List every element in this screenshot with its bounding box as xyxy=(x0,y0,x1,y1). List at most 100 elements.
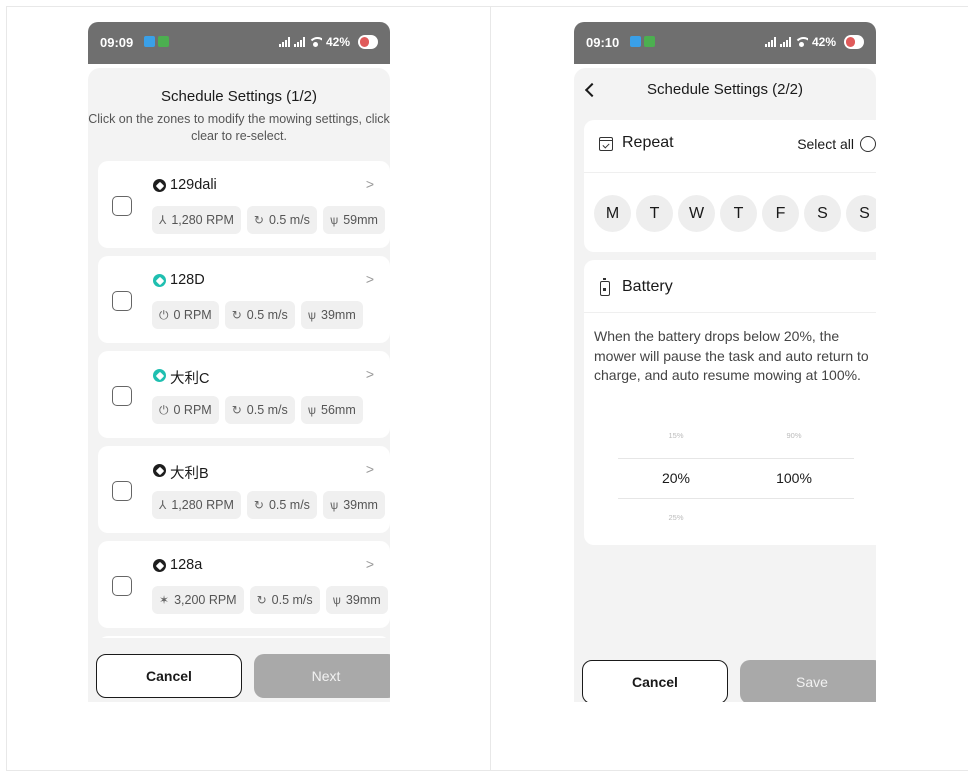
speed-value: 0.5 m/s xyxy=(268,498,310,512)
signal-icon xyxy=(764,37,776,47)
zone-name: 129dali xyxy=(170,177,217,193)
cut-height-chip: ѱ 39mm xyxy=(322,491,385,519)
blade-rpm-value: 1,280 RPM xyxy=(171,213,234,227)
cut-height-value: 39mm xyxy=(343,498,378,512)
day-monday[interactable]: M xyxy=(594,195,631,232)
blade-rpm-value: 3,200 RPM xyxy=(174,593,237,607)
speed-value: 0.5 m/s xyxy=(271,593,313,607)
cut-height-chip: ѱ 39mm xyxy=(300,301,363,329)
speed-chip: ↻ 0.5 m/s xyxy=(224,396,295,424)
zone-name: 128a xyxy=(170,557,203,573)
resume-threshold-selected[interactable]: 100% xyxy=(754,470,834,486)
wifi-icon xyxy=(308,37,322,47)
save-button[interactable]: Save xyxy=(740,660,876,702)
next-button[interactable]: Next xyxy=(254,654,390,698)
cut-height-chip: ѱ 56mm xyxy=(300,396,363,424)
picker-selection-line-bottom xyxy=(618,498,854,499)
app-notification-icon-2 xyxy=(644,36,655,47)
day-tuesday[interactable]: T xyxy=(636,195,673,232)
blade-rpm-chip: ⏻ 0 RPM xyxy=(152,396,219,424)
zone-checkbox[interactable] xyxy=(112,386,132,406)
zone-card[interactable]: 128D > ⏻ 0 RPM ↻ 0.5 m/s ѱ 39mm xyxy=(98,256,390,343)
grass-icon: ѱ xyxy=(307,403,317,417)
day-sunday[interactable]: S xyxy=(846,195,876,232)
grass-icon: ѱ xyxy=(329,498,339,512)
speed-icon: ↻ xyxy=(256,593,267,607)
chevron-right-icon[interactable]: > xyxy=(366,366,374,382)
grass-icon: ѱ xyxy=(307,308,317,322)
speed-chip: ↻ 0.5 m/s xyxy=(224,301,295,329)
resume-threshold-option-above[interactable]: 90% xyxy=(754,431,834,440)
zone-card[interactable]: 129dali > ⅄ 1,280 RPM ↻ 0.5 m/s ѱ 59mm xyxy=(98,161,390,248)
speed-chip: ↻ 0.5 m/s xyxy=(246,491,317,519)
cut-height-value: 56mm xyxy=(321,403,356,417)
weekday-selector: M T W T F S S xyxy=(594,195,876,232)
chevron-right-icon[interactable]: > xyxy=(366,556,374,572)
day-thursday[interactable]: T xyxy=(720,195,757,232)
cancel-button[interactable]: Cancel xyxy=(582,660,728,702)
cut-height-chip: ѱ 59mm xyxy=(322,206,385,234)
day-saturday[interactable]: S xyxy=(804,195,841,232)
zone-card[interactable]: 大利C > ⏻ 0 RPM ↻ 0.5 m/s ѱ 56mm xyxy=(98,351,390,438)
repeat-label: Repeat xyxy=(622,134,674,151)
blade-rpm-chip: ✶ 3,200 RPM xyxy=(152,586,244,614)
chevron-right-icon[interactable]: > xyxy=(366,461,374,477)
battery-percent: 42% xyxy=(811,35,836,49)
app-notification-icon-2 xyxy=(158,36,169,47)
zone-marker-icon xyxy=(153,369,166,382)
select-all-label[interactable]: Select all xyxy=(797,136,854,152)
speed-icon: ↻ xyxy=(231,308,242,322)
blade-icon: ⅄ xyxy=(159,498,167,512)
day-wednesday[interactable]: W xyxy=(678,195,715,232)
battery-label: Battery xyxy=(622,278,673,295)
schedule-sheet: Schedule Settings (2/2) Repeat Select al… xyxy=(574,68,876,702)
wifi-icon xyxy=(794,37,808,47)
zone-checkbox[interactable] xyxy=(112,576,132,596)
signal-icon-2 xyxy=(779,37,791,47)
status-time: 09:10 xyxy=(586,35,620,50)
day-friday[interactable]: F xyxy=(762,195,799,232)
power-icon: ⏻ xyxy=(159,402,169,417)
status-bar: 09:10 42% xyxy=(574,22,876,64)
zone-checkbox[interactable] xyxy=(112,196,132,216)
battery-card: Battery When the battery drops below 20%… xyxy=(584,260,876,545)
speed-icon: ↻ xyxy=(253,213,264,227)
blade-rpm-chip: ⅄ 1,280 RPM xyxy=(152,491,241,519)
blade-rpm-chip: ⏻ 0 RPM xyxy=(152,301,219,329)
app-notification-icon xyxy=(144,36,155,47)
battery-threshold-picker[interactable]: 15% 90% 20% 100% 25% xyxy=(584,425,876,525)
page-title: Schedule Settings (2/2) xyxy=(647,81,803,98)
speed-value: 0.5 m/s xyxy=(268,213,310,227)
low-threshold-option-below[interactable]: 25% xyxy=(636,513,716,522)
zone-checkbox[interactable] xyxy=(112,291,132,311)
speed-value: 0.5 m/s xyxy=(246,403,288,417)
battery-percent: 42% xyxy=(325,35,350,49)
grass-icon: ѱ xyxy=(332,593,341,607)
speed-icon: ↻ xyxy=(231,403,242,417)
low-threshold-option-above[interactable]: 15% xyxy=(636,431,716,440)
app-notification-icon xyxy=(630,36,641,47)
blade-rpm-value: 0 RPM xyxy=(173,308,212,322)
blade-rpm-value: 1,280 RPM xyxy=(171,498,234,512)
zone-card[interactable]: 128a > ✶ 3,200 RPM ↻ 0.5 m/s ѱ 39mm xyxy=(98,541,390,628)
status-time: 09:09 xyxy=(100,35,134,50)
speed-chip: ↻ 0.5 m/s xyxy=(249,586,320,614)
chevron-right-icon[interactable]: > xyxy=(366,176,374,192)
cut-height-value: 39mm xyxy=(321,308,356,322)
phone-screen-step1: 09:09 42% Schedule Settings (1/2) Click … xyxy=(88,22,390,702)
zone-card[interactable]: 大利B > ⅄ 1,280 RPM ↻ 0.5 m/s ѱ 39mm xyxy=(98,446,390,533)
zone-marker-icon xyxy=(153,464,166,477)
chevron-right-icon[interactable]: > xyxy=(366,271,374,287)
zone-checkbox[interactable] xyxy=(112,481,132,501)
zone-name: 128D xyxy=(170,272,205,288)
phone-screen-step2: 09:10 42% Schedule Settings (2/2) Repeat… xyxy=(574,22,876,702)
star-blade-icon: ✶ xyxy=(159,593,170,607)
blade-rpm-chip: ⅄ 1,280 RPM xyxy=(152,206,241,234)
zone-name: 大利C xyxy=(170,371,210,387)
grass-icon: ѱ xyxy=(329,213,339,227)
speed-icon: ↻ xyxy=(253,498,264,512)
cancel-button[interactable]: Cancel xyxy=(96,654,242,698)
low-threshold-selected[interactable]: 20% xyxy=(636,470,716,486)
select-all-radio[interactable] xyxy=(860,136,876,152)
page-subtitle: Click on the zones to modify the mowing … xyxy=(88,112,390,143)
